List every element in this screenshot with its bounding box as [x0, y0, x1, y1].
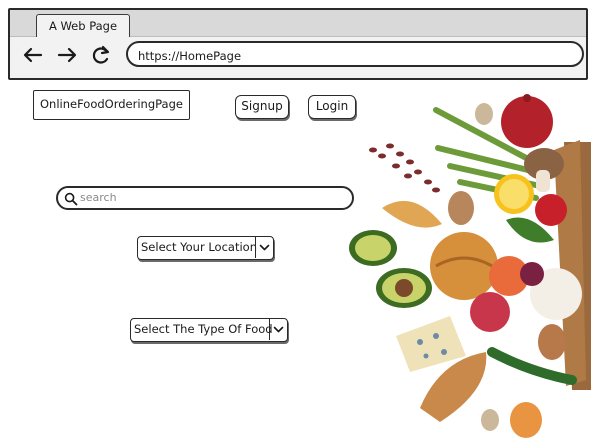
food-type-select[interactable]: Select The Type Of Food	[130, 318, 288, 342]
food-type-select-value: Select The Type Of Food	[134, 322, 273, 336]
browser-tab[interactable]: A Web Page	[36, 14, 130, 37]
groceries-image	[340, 90, 591, 444]
search-placeholder: search	[80, 191, 117, 204]
arrow-left-icon[interactable]	[22, 44, 44, 66]
address-bar[interactable]: https://HomePage	[126, 41, 584, 67]
browser-window: A Web Page https://HomePage	[8, 8, 588, 80]
tab-bar: A Web Page	[10, 10, 586, 37]
signup-button[interactable]: Signup	[235, 95, 289, 119]
location-select[interactable]: Select Your Location	[137, 236, 274, 260]
search-icon	[64, 191, 78, 206]
chevron-down-icon[interactable]	[269, 319, 287, 340]
location-select-value: Select Your Location	[141, 240, 257, 254]
chevron-down-icon[interactable]	[255, 237, 273, 258]
reload-icon[interactable]	[90, 44, 112, 66]
arrow-right-icon[interactable]	[56, 44, 78, 66]
site-logo[interactable]: OnlineFoodOrderingPage	[33, 90, 190, 120]
search-input[interactable]: search	[56, 186, 354, 210]
